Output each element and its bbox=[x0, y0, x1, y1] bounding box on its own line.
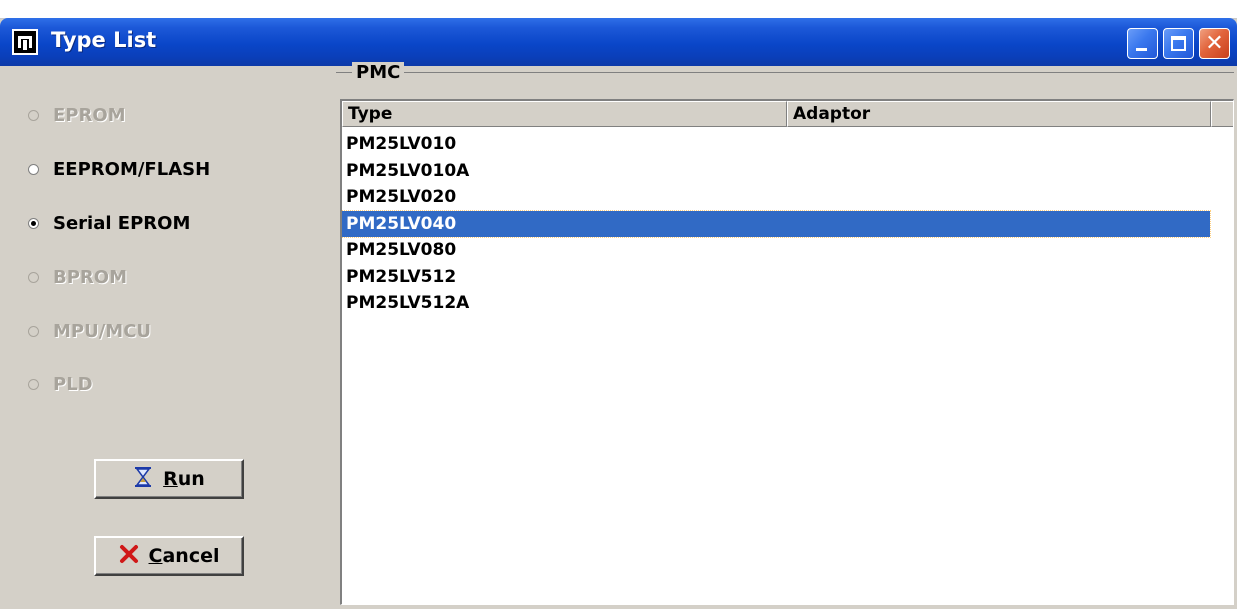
list-item[interactable]: PM25LV512 bbox=[342, 264, 1210, 291]
background-strip bbox=[0, 0, 1237, 19]
list-item[interactable]: PM25LV512A bbox=[342, 290, 1210, 317]
column-header-type[interactable]: Type bbox=[342, 101, 787, 127]
radio-serial-eprom[interactable]: Serial EPROM bbox=[28, 210, 190, 236]
radio-eeprom-flash-label: EEPROM/FLASH bbox=[53, 158, 211, 180]
column-header-adaptor[interactable]: Adaptor bbox=[787, 101, 1211, 127]
cancel-mnemonic: C bbox=[148, 545, 163, 567]
radio-button-icon bbox=[28, 271, 39, 283]
category-panel: EPROM EEPROM/FLASH Serial EPROM BPROM MP… bbox=[6, 66, 336, 602]
column-header-filler bbox=[1211, 101, 1233, 127]
radio-button-selected-icon bbox=[28, 217, 39, 229]
radio-pld[interactable]: PLD bbox=[28, 371, 93, 397]
radio-bprom[interactable]: BPROM bbox=[28, 264, 127, 290]
list-item[interactable]: PM25LV020 bbox=[342, 184, 1210, 211]
type-list-window: Type List ✕ EPROM EEPROM/FLASH Serial EP… bbox=[0, 0, 1237, 609]
list-item[interactable]: PM25LV010 bbox=[342, 131, 1210, 158]
radio-button-icon bbox=[28, 109, 39, 121]
radio-button-icon bbox=[28, 163, 39, 175]
title-bar[interactable] bbox=[0, 18, 1237, 66]
run-button[interactable]: Run bbox=[94, 459, 244, 499]
hourglass-icon bbox=[133, 466, 153, 493]
radio-bprom-label: BPROM bbox=[53, 266, 127, 288]
radio-mpu-mcu[interactable]: MPU/MCU bbox=[28, 318, 151, 344]
minimize-icon bbox=[1136, 48, 1147, 51]
close-icon: ✕ bbox=[1205, 31, 1224, 56]
list-item[interactable]: PM25LV080 bbox=[342, 237, 1210, 264]
radio-mpu-mcu-label: MPU/MCU bbox=[53, 320, 152, 342]
type-list[interactable]: Type Adaptor PM25LV010 PM25LV010A PM25LV… bbox=[340, 99, 1234, 605]
radio-pld-label: PLD bbox=[53, 373, 93, 395]
radio-eeprom-flash[interactable]: EEPROM/FLASH bbox=[28, 156, 210, 182]
cancel-label: ancel bbox=[162, 545, 220, 567]
maximize-icon bbox=[1171, 36, 1186, 51]
run-label: un bbox=[177, 468, 205, 490]
radio-eprom-label: EPROM bbox=[53, 104, 126, 126]
list-rows: PM25LV010 PM25LV010A PM25LV020 PM25LV040… bbox=[342, 131, 1233, 317]
app-logo-icon[interactable] bbox=[12, 29, 38, 55]
radio-button-icon bbox=[28, 378, 39, 390]
group-label: PMC bbox=[352, 62, 405, 84]
radio-serial-eprom-label: Serial EPROM bbox=[53, 212, 191, 234]
list-item[interactable]: PM25LV010A bbox=[342, 158, 1210, 185]
minimize-button[interactable] bbox=[1127, 28, 1158, 59]
cancel-button[interactable]: Cancel bbox=[94, 536, 244, 576]
red-x-icon bbox=[119, 544, 139, 569]
radio-button-icon bbox=[28, 325, 39, 337]
run-mnemonic: R bbox=[163, 468, 178, 490]
window-title: Type List bbox=[51, 28, 157, 52]
list-header: Type Adaptor bbox=[342, 101, 1233, 127]
list-item-selected[interactable]: PM25LV040 bbox=[342, 209, 1211, 238]
manufacturer-group: PMC Type Adaptor PM25LV010 PM25LV010A PM… bbox=[336, 62, 1234, 605]
radio-eprom[interactable]: EPROM bbox=[28, 102, 126, 128]
close-button[interactable]: ✕ bbox=[1199, 28, 1230, 59]
maximize-button[interactable] bbox=[1163, 28, 1194, 59]
